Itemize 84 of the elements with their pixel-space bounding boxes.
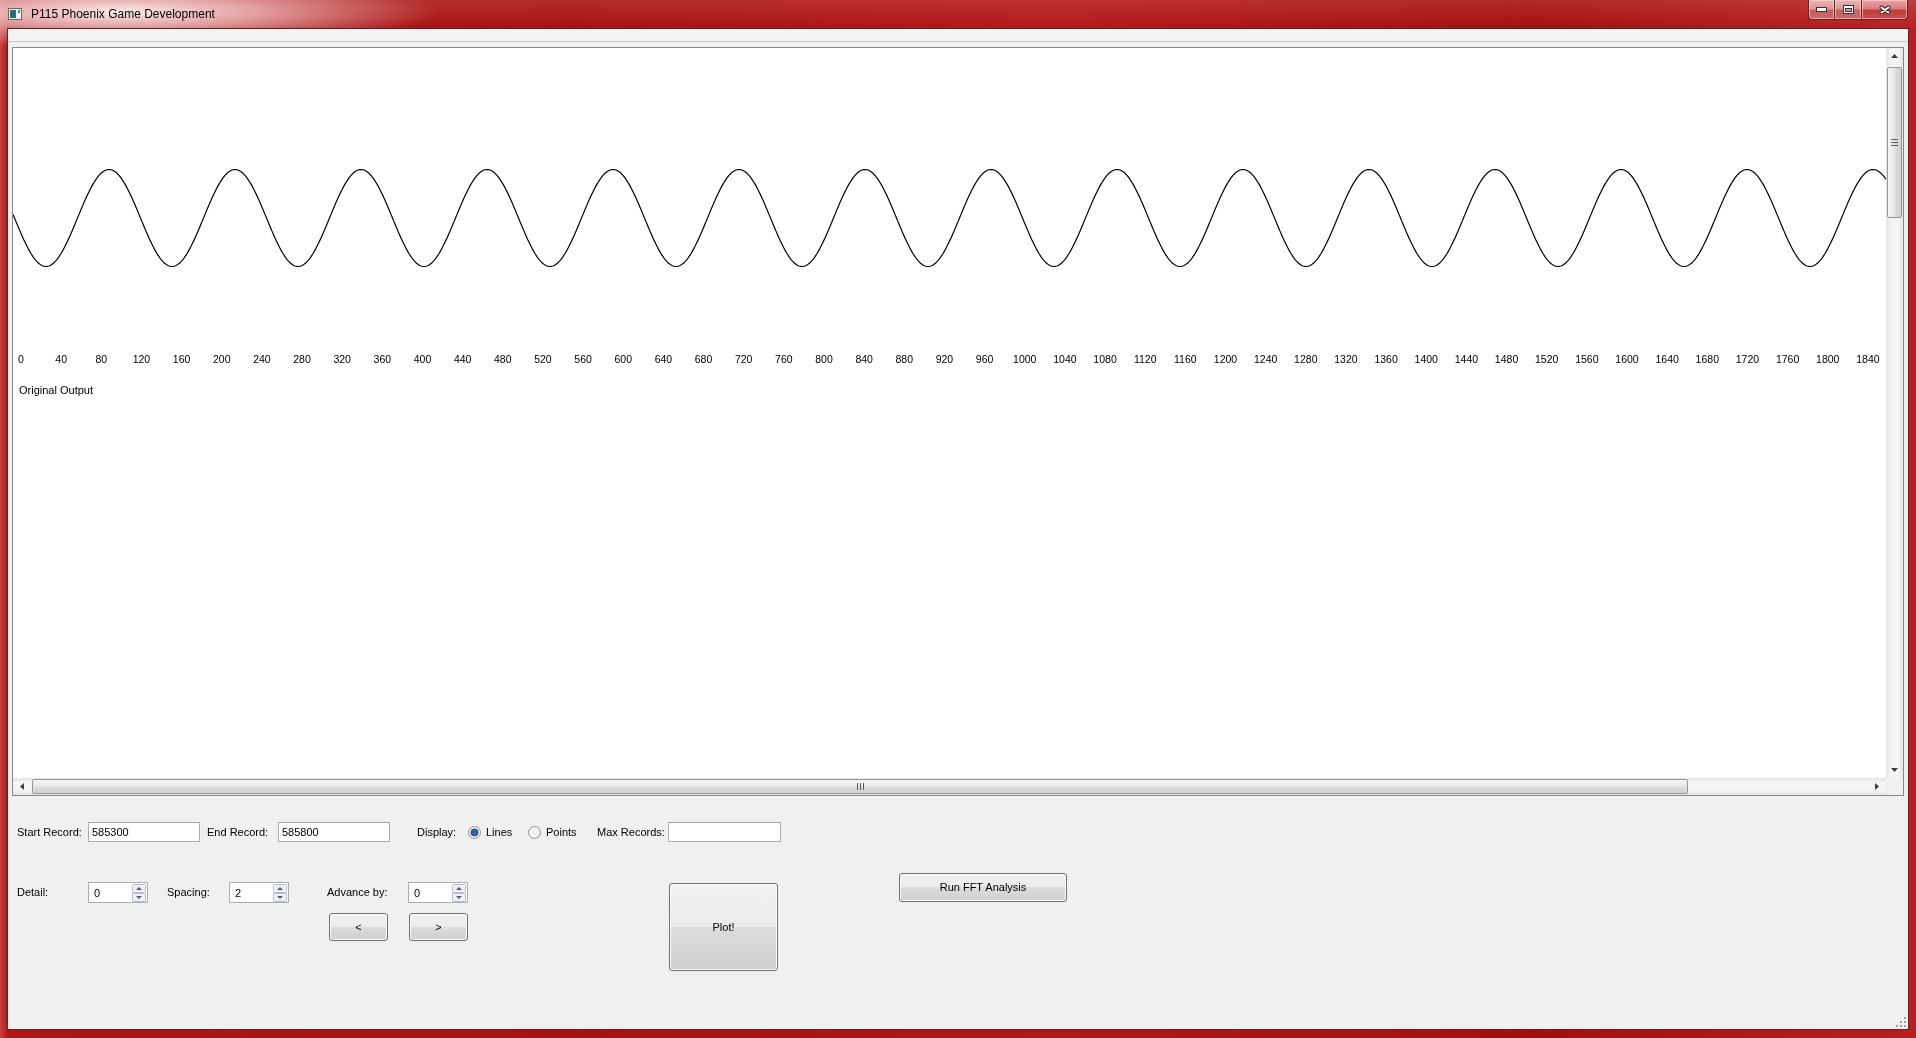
axis-label: 960 (975, 352, 994, 366)
axis-label: 120 (132, 352, 151, 366)
axis-label: 1680 (1695, 352, 1719, 366)
axis-label: 1720 (1735, 352, 1760, 366)
axis-label: 1840 (1856, 352, 1880, 366)
axis-label: 1200 (1213, 352, 1238, 366)
push-button[interactable]: > (409, 913, 468, 941)
text-field[interactable]: 585800 (278, 822, 390, 842)
axis-label: 1240 (1253, 352, 1278, 366)
axis-label: 80 (95, 352, 108, 366)
axis-label: 480 (494, 352, 512, 366)
axis-label: 840 (855, 352, 873, 366)
plot-caption: Original Output (19, 384, 93, 397)
minimize-icon (1816, 7, 1827, 12)
up-arrow-icon[interactable] (1891, 54, 1898, 58)
vertical-scrollbar[interactable] (1886, 48, 1903, 778)
horizontal-scrollbar[interactable] (13, 778, 1886, 795)
field-label: End Record: (207, 824, 269, 840)
axis-label: 880 (895, 352, 914, 366)
axis-label: 720 (734, 352, 753, 366)
axis-label: 1160 (1174, 352, 1197, 366)
field-label: Display: (417, 824, 457, 840)
axis-label: 1480 (1494, 352, 1519, 366)
scrollbar-corner (1886, 778, 1903, 795)
axis-label: 1640 (1655, 352, 1679, 366)
push-button[interactable]: Plot! (669, 883, 778, 971)
axis-label: 1600 (1615, 352, 1639, 366)
resize-grip-icon[interactable] (1896, 1017, 1906, 1027)
text-field[interactable]: 585300 (88, 822, 200, 842)
axis-label: 1760 (1775, 352, 1800, 366)
axis-label: 200 (213, 352, 231, 366)
axis-label: 1280 (1294, 352, 1318, 366)
maximize-icon (1842, 5, 1854, 14)
axis-label: 680 (694, 352, 713, 366)
grip-icon (856, 783, 864, 790)
axis-label: 1440 (1454, 352, 1479, 366)
axis-label: 320 (333, 352, 351, 366)
axis-label: 1400 (1414, 352, 1438, 366)
axis-label: 160 (172, 352, 191, 366)
axis-label: 400 (413, 352, 432, 366)
axis-label: 1520 (1535, 352, 1559, 366)
field-label: Advance by: (327, 885, 388, 901)
axis-label: 1120 (1133, 352, 1157, 366)
axis-label: 1040 (1053, 352, 1077, 366)
right-arrow-icon[interactable] (1875, 783, 1879, 790)
text-field[interactable] (668, 822, 781, 842)
axis-label: 560 (574, 352, 592, 366)
minimize-button[interactable] (1808, 0, 1835, 20)
axis-label: 0 (18, 352, 24, 366)
axis-label: 520 (534, 352, 552, 366)
push-button[interactable]: < (329, 913, 388, 941)
axis-label: 640 (654, 352, 673, 366)
axis-label: 1800 (1816, 352, 1840, 366)
radio-button[interactable]: Points (528, 823, 577, 841)
field-label: Spacing: (167, 885, 210, 901)
axis-label: 800 (815, 352, 833, 366)
field-label: Start Record: (17, 824, 82, 840)
down-arrow-icon[interactable] (1891, 768, 1898, 772)
scrollbar-thumb[interactable] (1887, 67, 1902, 218)
app-icon (8, 8, 22, 20)
axis-label: 440 (453, 352, 472, 366)
axis-label: 280 (293, 352, 311, 366)
axis-label: 1320 (1334, 352, 1358, 366)
axis-label: 1560 (1575, 352, 1599, 366)
field-label: Detail: (17, 885, 49, 901)
axis-label: 1080 (1093, 352, 1117, 366)
axis-label: 1000 (1013, 352, 1037, 366)
close-icon (1878, 4, 1891, 15)
field-label: Max Records: (597, 824, 665, 840)
axis-label: 1360 (1374, 352, 1398, 366)
grip-icon (1891, 139, 1898, 146)
maximize-button[interactable] (1835, 0, 1862, 20)
axis-label: 760 (775, 352, 793, 366)
push-button[interactable]: Run FFT Analysis (899, 873, 1067, 902)
axis-label: 240 (253, 352, 271, 366)
axis-label: 40 (55, 352, 67, 366)
close-button[interactable] (1862, 0, 1908, 20)
left-arrow-icon[interactable] (20, 783, 24, 790)
radio-button[interactable]: Lines (468, 823, 513, 841)
window-title: P115 Phoenix Game Development (31, 6, 215, 23)
scrollbar-thumb[interactable] (32, 779, 1688, 794)
axis-label: 600 (614, 352, 632, 366)
axis-label: 360 (373, 352, 392, 366)
axis-label: 920 (935, 352, 954, 366)
